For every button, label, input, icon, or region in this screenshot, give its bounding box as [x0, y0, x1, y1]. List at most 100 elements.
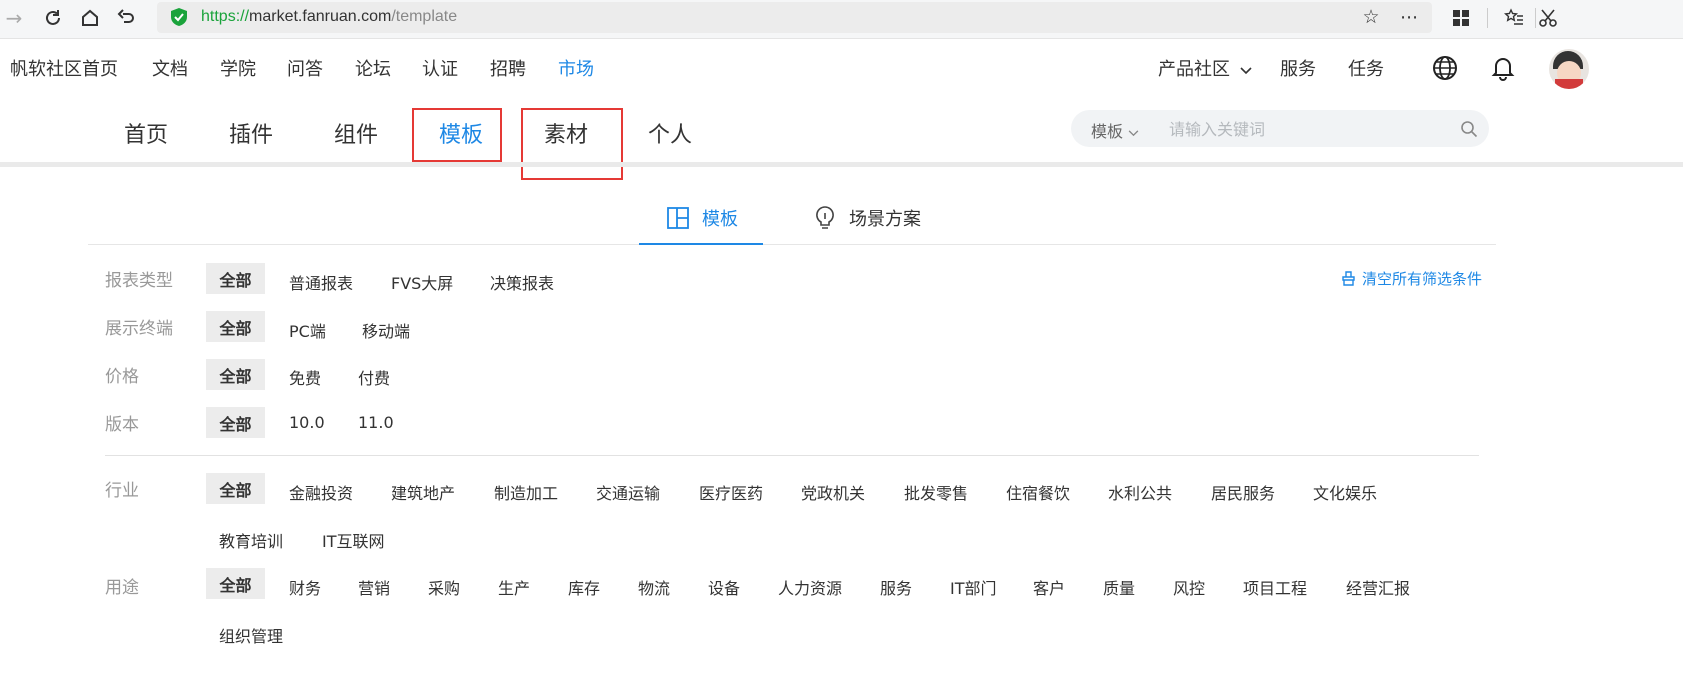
topnav-task[interactable]: 任务 [1348, 55, 1384, 81]
filter-option[interactable]: 库存 [568, 575, 600, 599]
bell-icon[interactable] [1491, 55, 1515, 85]
filter-option[interactable]: 移动端 [362, 318, 410, 342]
filter-label-terminal: 展示终端 [105, 319, 173, 339]
search-box: 模板 [1071, 110, 1489, 147]
filter-option[interactable]: 财务 [289, 575, 321, 599]
scissors-icon[interactable] [1536, 4, 1560, 32]
topnav-academy[interactable]: 学院 [220, 55, 256, 81]
filter-option[interactable]: 金融投资 [289, 480, 353, 504]
filter-option[interactable]: IT部门 [950, 575, 997, 599]
filter-option[interactable]: 党政机关 [801, 480, 865, 504]
filter-terminal-all[interactable]: 全部 [206, 311, 265, 342]
search-icon[interactable] [1460, 120, 1478, 142]
filter-option[interactable]: PC端 [289, 318, 326, 342]
filter-option[interactable]: 制造加工 [494, 480, 558, 504]
filter-version-all[interactable]: 全部 [206, 407, 265, 438]
toolbar-separator [1487, 8, 1488, 28]
tab-scenario[interactable]: 场景方案 [813, 205, 921, 231]
filter-option[interactable]: 设备 [708, 575, 740, 599]
filter-price-all[interactable]: 全部 [206, 359, 265, 390]
subnav-plugins[interactable]: 插件 [229, 117, 273, 149]
bookmark-star-icon[interactable]: ☆ [1357, 3, 1385, 31]
filter-label-industry: 行业 [105, 481, 139, 501]
url-text: https://market.fanruan.com/template [201, 8, 457, 26]
filter-usage-all[interactable]: 全部 [206, 568, 265, 599]
filter-industry-all[interactable]: 全部 [206, 473, 265, 504]
filter-option[interactable]: 生产 [498, 575, 530, 599]
lightbulb-icon [816, 206, 834, 229]
filter-option[interactable]: 11.0 [358, 413, 394, 432]
filter-option[interactable]: 交通运输 [596, 480, 660, 504]
filter-option[interactable]: 文化娱乐 [1313, 480, 1377, 504]
filter-option[interactable]: 决策报表 [490, 270, 554, 294]
header-separator [0, 162, 1683, 167]
subnav-home[interactable]: 首页 [124, 117, 168, 149]
topnav-docs[interactable]: 文档 [152, 55, 188, 81]
filter-divider [105, 455, 1479, 456]
product-community-dropdown[interactable]: 产品社区 [1158, 55, 1252, 81]
chevron-down-icon [1128, 130, 1139, 137]
search-input[interactable] [1167, 114, 1451, 145]
topnav-certification[interactable]: 认证 [422, 55, 458, 81]
subnav-personal[interactable]: 个人 [648, 117, 692, 149]
subnav-components[interactable]: 组件 [334, 117, 378, 149]
url-host: market.fanruan.com [249, 8, 392, 25]
undo-icon[interactable] [112, 4, 140, 32]
filter-option[interactable]: 服务 [880, 575, 912, 599]
filter-option[interactable]: 普通报表 [289, 270, 353, 294]
filter-option[interactable]: 居民服务 [1211, 480, 1275, 504]
filter-label-price: 价格 [105, 367, 139, 387]
topnav-market[interactable]: 市场 [558, 55, 594, 81]
filter-option[interactable]: IT互联网 [322, 528, 385, 552]
topnav-service[interactable]: 服务 [1280, 55, 1316, 81]
filter-label-usage: 用途 [105, 578, 139, 598]
forward-icon[interactable]: → [0, 4, 28, 32]
filter-option[interactable]: 组织管理 [219, 623, 283, 647]
filter-option[interactable]: 采购 [428, 575, 460, 599]
browser-toolbar: → https://market.fanruan.com/template ☆ … [0, 0, 1683, 39]
search-type-select[interactable]: 模板 [1091, 118, 1139, 142]
secure-shield-icon [171, 8, 187, 26]
url-scheme: https:// [201, 8, 250, 25]
filter-option[interactable]: 质量 [1103, 575, 1135, 599]
favorites-icon[interactable] [1500, 4, 1528, 32]
highlight-box-materials [521, 108, 623, 180]
highlight-box-templates [412, 108, 502, 162]
filter-option[interactable]: 客户 [1033, 575, 1065, 599]
topnav-qa[interactable]: 问答 [287, 55, 323, 81]
filter-option[interactable]: 批发零售 [904, 480, 968, 504]
filter-option[interactable]: FVS大屏 [391, 270, 453, 294]
tab-template[interactable]: 模板 [666, 205, 738, 231]
filter-option[interactable]: 10.0 [289, 413, 325, 432]
clear-icon [1342, 271, 1355, 286]
filter-option[interactable]: 经营汇报 [1346, 575, 1410, 599]
filter-report-type-all[interactable]: 全部 [206, 263, 265, 294]
filter-option[interactable]: 建筑地产 [391, 480, 455, 504]
filter-option[interactable]: 风控 [1173, 575, 1205, 599]
chevron-down-icon [1240, 67, 1252, 75]
address-bar[interactable]: https://market.fanruan.com/template ☆ ⋯ [157, 2, 1432, 33]
home-icon[interactable] [76, 4, 104, 32]
filter-option[interactable]: 物流 [638, 575, 670, 599]
filter-option[interactable]: 项目工程 [1243, 575, 1307, 599]
clear-filters-button[interactable]: 清空所有筛选条件 [1341, 268, 1482, 289]
filter-option[interactable]: 住宿餐饮 [1006, 480, 1070, 504]
globe-icon[interactable] [1432, 55, 1458, 85]
tab-scenario-label: 场景方案 [849, 209, 921, 230]
tab-template-label: 模板 [702, 209, 738, 230]
apps-icon[interactable] [1447, 4, 1475, 32]
topnav-forum[interactable]: 论坛 [355, 55, 391, 81]
filter-option[interactable]: 付费 [358, 365, 390, 389]
filter-option[interactable]: 免费 [289, 365, 321, 389]
more-icon[interactable]: ⋯ [1395, 3, 1423, 31]
filter-option[interactable]: 人力资源 [778, 575, 842, 599]
filter-option[interactable]: 营销 [358, 575, 390, 599]
topnav-jobs[interactable]: 招聘 [490, 55, 526, 81]
filter-option[interactable]: 教育培训 [219, 528, 283, 552]
filter-option[interactable]: 医疗医药 [699, 480, 763, 504]
active-tab-indicator [639, 243, 763, 245]
avatar[interactable] [1549, 49, 1589, 89]
filter-option[interactable]: 水利公共 [1108, 480, 1172, 504]
reload-icon[interactable] [39, 4, 67, 32]
topnav-home[interactable]: 帆软社区首页 [10, 55, 118, 81]
